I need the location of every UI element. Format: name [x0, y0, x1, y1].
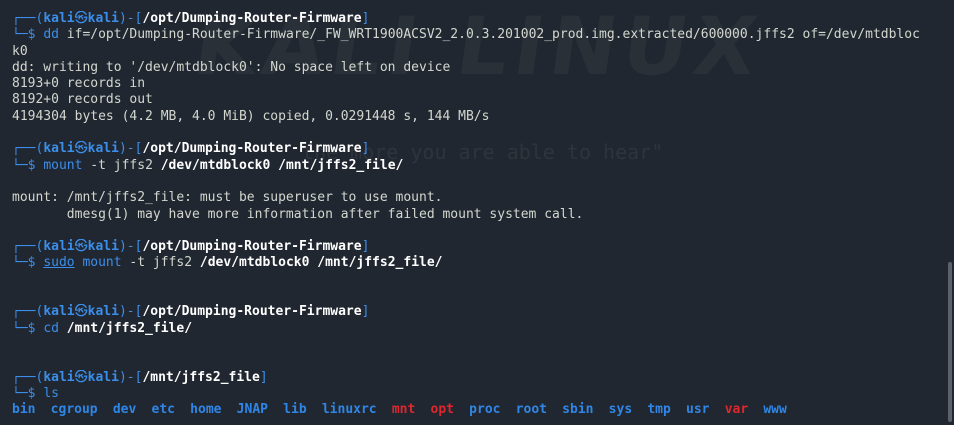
- command-line: └─$ mount -t jffs2 /dev/mtdblock0 /mnt/j…: [12, 157, 404, 173]
- ls-entry: www: [763, 402, 787, 418]
- output-line: 8193+0 records in: [12, 76, 146, 92]
- prompt-line: ┌──(kali㉿kali)-[/opt/Dumping-Router-Firm…: [12, 239, 370, 255]
- ls-entry: opt: [430, 402, 454, 418]
- ls-entry: var: [724, 402, 749, 418]
- ls-entry: mnt: [391, 402, 416, 418]
- command-wrap: k0: [12, 43, 28, 59]
- command-line: └─$ ls: [12, 385, 59, 401]
- command-line: └─$ sudo mount -t jffs2 /dev/mtdblock0 /…: [12, 255, 443, 271]
- prompt-line: ┌──(kali㉿kali)-[/mnt/jffs2_file]: [12, 369, 268, 385]
- ls-entry: lib: [283, 402, 307, 418]
- terminal-output[interactable]: ┌──(kali㉿kali)-[/opt/Dumping-Router-Firm…: [12, 11, 942, 418]
- command-line: └─$ cd /mnt/jffs2_file/: [12, 320, 193, 336]
- output-line: dmesg(1) may have more information after…: [12, 206, 584, 222]
- ls-output: bin cgroup dev etc home JNAP lib linuxrc mnt opt p…: [12, 402, 942, 418]
- ls-entry: etc: [151, 402, 175, 418]
- ls-entry: cgroup: [50, 402, 98, 418]
- prompt-line: ┌──(kali㉿kali)-[/opt/Dumping-Router-Firm…: [12, 11, 370, 26]
- ls-entry: home: [190, 402, 222, 418]
- output-line: mount: /mnt/jffs2_file: must be superuse…: [12, 190, 443, 206]
- ls-entry: proc: [469, 402, 501, 418]
- command-line: └─$ dd if=/opt/Dumping-Router-Firmware/_…: [12, 27, 920, 43]
- ls-entry: root: [515, 402, 547, 418]
- ls-entry: sys: [608, 402, 633, 418]
- ls-entry: dev: [112, 402, 137, 418]
- output-line: 8192+0 records out: [12, 92, 153, 108]
- output-line: 4194304 bytes (4.2 MB, 4.0 MiB) copied, …: [12, 108, 490, 124]
- ls-entry: usr: [686, 402, 710, 418]
- ls-entry: sbin: [562, 402, 594, 418]
- prompt-line: ┌──(kali㉿kali)-[/opt/Dumping-Router-Firm…: [12, 141, 370, 157]
- ls-entry: tmp: [647, 402, 671, 418]
- prompt-line: ┌──(kali㉿kali)-[/opt/Dumping-Router-Firm…: [12, 304, 370, 320]
- ls-entry: JNAP: [236, 402, 268, 418]
- scrollbar-thumb[interactable]: [948, 262, 952, 422]
- ls-entry: linuxrc: [321, 402, 377, 418]
- ls-entry: bin: [12, 402, 36, 418]
- output-line: dd: writing to '/dev/mtdblock0': No spac…: [12, 59, 451, 75]
